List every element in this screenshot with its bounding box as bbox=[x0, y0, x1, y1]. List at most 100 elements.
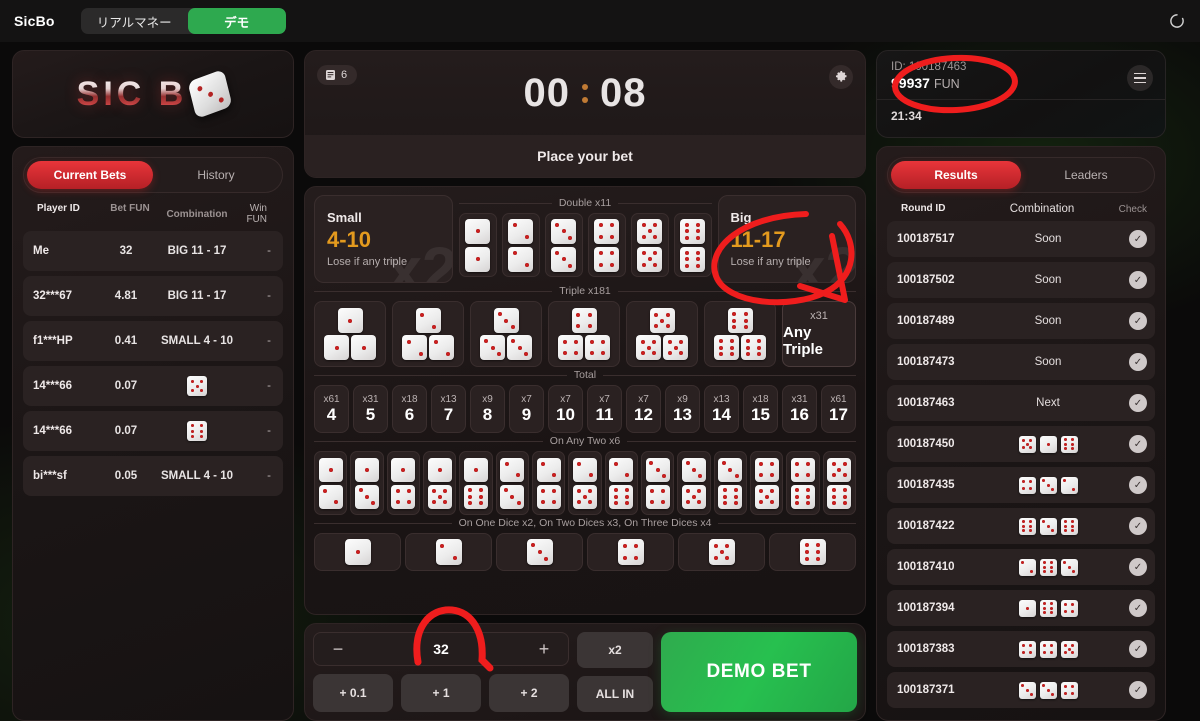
bet-total-11[interactable]: x7 11 bbox=[587, 385, 622, 433]
mode-switch[interactable]: リアルマネー デモ bbox=[80, 8, 286, 34]
bet-total-5[interactable]: x31 5 bbox=[353, 385, 388, 433]
check-circle-icon[interactable]: ✓ bbox=[1129, 558, 1147, 576]
check-circle-icon[interactable]: ✓ bbox=[1129, 435, 1147, 453]
result-combination: Soon bbox=[1034, 356, 1062, 368]
bet-triple-1[interactable] bbox=[314, 301, 386, 367]
bet-single-3[interactable] bbox=[496, 533, 583, 571]
bet-amount-value[interactable]: 32 bbox=[348, 641, 534, 657]
die-face-1 bbox=[465, 246, 490, 272]
bet-single-4[interactable] bbox=[587, 533, 674, 571]
bet-double-3[interactable] bbox=[544, 213, 583, 277]
app-title: SicBo bbox=[14, 13, 55, 29]
check-circle-icon[interactable]: ✓ bbox=[1129, 517, 1147, 535]
bet-any-two-3-4[interactable] bbox=[640, 451, 675, 515]
tab-leaders[interactable]: Leaders bbox=[1021, 161, 1151, 189]
bet-total-4[interactable]: x61 4 bbox=[314, 385, 349, 433]
bet-total-17[interactable]: x61 17 bbox=[821, 385, 856, 433]
tab-current-bets[interactable]: Current Bets bbox=[27, 161, 153, 189]
total-number: 9 bbox=[521, 404, 532, 424]
bet-total-12[interactable]: x7 12 bbox=[626, 385, 661, 433]
bet-any-two-1-4[interactable] bbox=[386, 451, 420, 515]
bet-triple-2[interactable] bbox=[392, 301, 464, 367]
quick-add-button-2[interactable]: + 2 bbox=[489, 674, 569, 712]
check-circle-icon[interactable]: ✓ bbox=[1129, 476, 1147, 494]
tab-results[interactable]: Results bbox=[891, 161, 1021, 189]
big-note: Lose if any triple bbox=[730, 256, 811, 268]
bet-total-9[interactable]: x7 9 bbox=[509, 385, 544, 433]
die-face-2 bbox=[536, 457, 561, 482]
decrease-bet-button[interactable]: − bbox=[328, 639, 348, 660]
bet-single-6[interactable] bbox=[769, 533, 856, 571]
mode-demo[interactable]: デモ bbox=[187, 8, 286, 34]
bet-single-5[interactable] bbox=[678, 533, 765, 571]
bet-total-16[interactable]: x31 16 bbox=[782, 385, 817, 433]
bet-any-two-1-3[interactable] bbox=[350, 451, 384, 515]
double-bet-button[interactable]: x2 bbox=[577, 632, 653, 668]
timer-display-area: 6 00 08 bbox=[305, 51, 865, 135]
bet-double-1[interactable] bbox=[458, 213, 497, 277]
bet-triple-4[interactable] bbox=[548, 301, 620, 367]
bet-single-2[interactable] bbox=[405, 533, 492, 571]
total-multiplier: x31 bbox=[362, 393, 379, 405]
die-face-3 bbox=[1039, 476, 1057, 494]
quick-add-button-1[interactable]: + 1 bbox=[401, 674, 481, 712]
demo-bet-button[interactable]: DEMO BET bbox=[661, 632, 857, 712]
bet-double-5[interactable] bbox=[630, 213, 669, 277]
tab-history[interactable]: History bbox=[153, 161, 279, 189]
increase-bet-button[interactable]: + bbox=[534, 639, 554, 660]
bet-any-two-2-5[interactable] bbox=[568, 451, 602, 515]
bet-any-two-2-3[interactable] bbox=[495, 451, 529, 515]
bet-any-two-5-6[interactable] bbox=[822, 451, 856, 515]
refresh-icon[interactable] bbox=[1168, 12, 1186, 30]
check-circle-icon[interactable]: ✓ bbox=[1129, 271, 1147, 289]
gear-icon[interactable] bbox=[829, 65, 853, 89]
bet-total-7[interactable]: x13 7 bbox=[431, 385, 466, 433]
result-round-id: 100187422 bbox=[897, 520, 955, 532]
check-circle-icon[interactable]: ✓ bbox=[1129, 353, 1147, 371]
check-circle-icon[interactable]: ✓ bbox=[1129, 394, 1147, 412]
bet-any-two-1-2[interactable] bbox=[314, 451, 348, 515]
bet-any-two-4-6[interactable] bbox=[786, 451, 820, 515]
round-badge[interactable]: 6 bbox=[317, 65, 358, 85]
die-face-3 bbox=[718, 457, 743, 482]
bet-big[interactable]: Big 11-17 Lose if any triple x2 bbox=[717, 195, 856, 283]
bet-any-two-2-4[interactable] bbox=[531, 451, 566, 515]
bet-any-two-4-5[interactable] bbox=[749, 451, 784, 515]
bet-small[interactable]: Small 4-10 Lose if any triple x2 bbox=[314, 195, 453, 283]
bet-double-2[interactable] bbox=[501, 213, 540, 277]
result-round-id: 100187489 bbox=[897, 315, 955, 327]
bet-double-6[interactable] bbox=[673, 213, 712, 277]
bet-total-14[interactable]: x13 14 bbox=[704, 385, 739, 433]
bet-total-6[interactable]: x18 6 bbox=[392, 385, 427, 433]
bet-player-id: bi***sf bbox=[33, 470, 67, 482]
check-circle-icon[interactable]: ✓ bbox=[1129, 599, 1147, 617]
bet-triple-6[interactable] bbox=[704, 301, 776, 367]
quick-add-button-0[interactable]: + 0.1 bbox=[313, 674, 393, 712]
check-circle-icon[interactable]: ✓ bbox=[1129, 230, 1147, 248]
bet-amount-stepper[interactable]: − 32 + bbox=[313, 632, 569, 666]
check-circle-icon[interactable]: ✓ bbox=[1129, 681, 1147, 699]
bet-triple-3[interactable] bbox=[470, 301, 542, 367]
bet-any-triple[interactable]: x31 Any Triple bbox=[782, 301, 856, 367]
bet-total-8[interactable]: x9 8 bbox=[470, 385, 505, 433]
bet-triple-5[interactable] bbox=[626, 301, 698, 367]
die-face-6 bbox=[680, 246, 705, 272]
bet-total-15[interactable]: x18 15 bbox=[743, 385, 778, 433]
bet-single-1[interactable] bbox=[314, 533, 401, 571]
check-circle-icon[interactable]: ✓ bbox=[1129, 640, 1147, 658]
smallbig-row: Small 4-10 Lose if any triple x2 Double … bbox=[314, 195, 856, 283]
bet-any-two-1-5[interactable] bbox=[422, 451, 457, 515]
check-circle-icon[interactable]: ✓ bbox=[1129, 312, 1147, 330]
total-multiplier: x31 bbox=[791, 393, 808, 405]
bet-any-two-3-6[interactable] bbox=[713, 451, 747, 515]
die-face-6 bbox=[790, 484, 815, 509]
bet-any-two-3-5[interactable] bbox=[677, 451, 711, 515]
hamburger-menu-icon[interactable] bbox=[1127, 65, 1153, 91]
mode-real-money[interactable]: リアルマネー bbox=[81, 8, 188, 34]
bet-total-13[interactable]: x9 13 bbox=[665, 385, 700, 433]
bet-any-two-1-6[interactable] bbox=[459, 451, 493, 515]
bet-double-4[interactable] bbox=[587, 213, 626, 277]
bet-any-two-2-6[interactable] bbox=[604, 451, 638, 515]
all-in-button[interactable]: ALL IN bbox=[577, 676, 653, 712]
bet-total-10[interactable]: x7 10 bbox=[548, 385, 583, 433]
